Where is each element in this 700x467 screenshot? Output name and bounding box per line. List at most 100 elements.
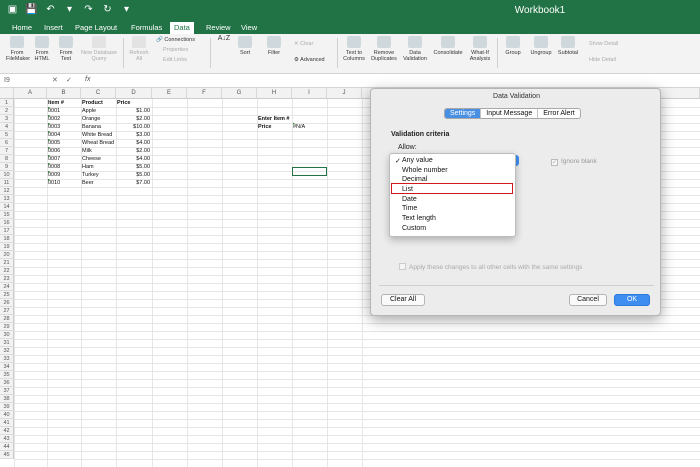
tab-home[interactable]: Home [8,22,36,34]
clear-button[interactable]: ✕ Clear [294,40,313,49]
row-header[interactable]: 8 [0,155,14,163]
row-header[interactable]: 3 [0,115,14,123]
fx-icon[interactable]: fx [85,76,90,83]
remove-duplicates-button[interactable]: Remove Duplicates [369,36,399,62]
show-detail-button[interactable]: Show Detail [589,40,618,49]
price-cell[interactable]: $2.00 [117,147,150,155]
product-cell[interactable]: Apple [82,107,114,115]
properties-button[interactable]: Properties [163,46,188,55]
from-html-button[interactable]: From HTML [32,36,52,62]
header-product[interactable]: Product [82,99,114,107]
price-cell[interactable]: $2.00 [117,115,150,123]
item-number-cell[interactable]: 0004 [48,131,79,139]
error-indicator-icon[interactable] [48,155,50,157]
row-header[interactable]: 45 [0,451,14,459]
row-header[interactable]: 35 [0,371,14,379]
tab-formulas[interactable]: Formulas [127,22,166,34]
header-price[interactable]: Price [117,99,150,107]
filter-button[interactable]: Filter [264,36,284,56]
ungroup-button[interactable]: Ungroup [528,36,554,56]
item-number-cell[interactable]: 0009 [48,171,79,179]
confirm-formula-icon[interactable]: ✓ [66,76,72,84]
data-validation-button[interactable]: Data Validation [401,36,429,62]
option-text-length[interactable]: Text length [402,214,436,223]
item-number-cell[interactable]: 0010 [48,179,79,187]
price-cell[interactable]: $5.00 [117,163,150,171]
subtotal-button[interactable]: Subtotal [556,36,580,56]
price-result-cell[interactable]: #N/A [293,123,325,131]
name-box[interactable]: I9 [4,77,10,84]
apply-to-all-checkbox[interactable]: Apply these changes to all other cells w… [399,263,582,271]
header-item-number[interactable]: Item # [48,99,79,107]
advanced-button[interactable]: ⚙ Advanced [294,56,325,65]
price-cell[interactable]: $7.00 [117,179,150,187]
error-indicator-icon[interactable] [48,107,50,109]
row-header[interactable]: 40 [0,411,14,419]
edit-links-button[interactable]: Edit Links [163,56,187,65]
error-indicator-icon[interactable] [48,179,50,181]
row-header[interactable]: 38 [0,395,14,403]
tab-insert[interactable]: Insert [40,22,67,34]
cancel-formula-icon[interactable]: ✕ [52,76,58,84]
row-header[interactable]: 15 [0,211,14,219]
option-date[interactable]: Date [402,195,417,204]
row-header[interactable]: 9 [0,163,14,171]
product-cell[interactable]: Banana [82,123,114,131]
item-number-cell[interactable]: 0008 [48,163,79,171]
tab-data[interactable]: Data [170,22,194,34]
product-cell[interactable]: Beer [82,179,114,187]
enter-item-label[interactable]: Enter Item # [258,115,290,123]
column-header[interactable]: A [14,88,47,99]
row-header[interactable]: 20 [0,251,14,259]
error-indicator-icon[interactable] [48,163,50,165]
from-text-button[interactable]: From Text [56,36,76,62]
tab-error-alert[interactable]: Error Alert [537,109,580,118]
column-header[interactable]: E [152,88,187,99]
item-number-cell[interactable]: 0007 [48,155,79,163]
row-header[interactable]: 6 [0,139,14,147]
column-header[interactable]: C [81,88,116,99]
product-cell[interactable]: Turkey [82,171,114,179]
row-header[interactable]: 13 [0,195,14,203]
column-header[interactable]: J [327,88,362,99]
row-header[interactable]: 24 [0,283,14,291]
error-indicator-icon[interactable] [48,139,50,141]
row-header[interactable]: 26 [0,299,14,307]
sort-button[interactable]: Sort [236,36,254,56]
row-header[interactable]: 12 [0,187,14,195]
product-cell[interactable]: Wheat Bread [82,139,114,147]
row-header[interactable]: 30 [0,331,14,339]
column-header[interactable]: H [257,88,292,99]
tab-page-layout[interactable]: Page Layout [71,22,121,34]
item-number-cell[interactable]: 0006 [48,147,79,155]
row-header[interactable]: 37 [0,387,14,395]
select-all-corner[interactable] [0,88,14,99]
error-indicator-icon[interactable] [48,115,50,117]
row-header[interactable]: 41 [0,419,14,427]
ok-button[interactable]: OK [614,294,650,306]
row-header[interactable]: 29 [0,323,14,331]
row-header[interactable]: 16 [0,219,14,227]
price-cell[interactable]: $4.00 [117,139,150,147]
option-any-value[interactable]: Any value [402,156,433,165]
clear-all-button[interactable]: Clear All [381,294,425,306]
tab-input-message[interactable]: Input Message [480,109,537,118]
option-custom[interactable]: Custom [402,224,426,233]
ignore-blank-checkbox[interactable]: ✓ Ignore blank [551,158,597,166]
row-header[interactable]: 25 [0,291,14,299]
connections-button[interactable]: 🔗 Connections [156,36,195,45]
row-header[interactable]: 34 [0,363,14,371]
row-header[interactable]: 7 [0,147,14,155]
hide-detail-button[interactable]: Hide Detail [589,56,616,65]
consolidate-button[interactable]: Consolidate [431,36,465,56]
tab-view[interactable]: View [237,22,261,34]
row-header[interactable]: 31 [0,339,14,347]
error-indicator-icon[interactable] [48,123,50,125]
item-number-cell[interactable]: 0002 [48,115,79,123]
row-header[interactable]: 22 [0,267,14,275]
row-header[interactable]: 36 [0,379,14,387]
option-time[interactable]: Time [402,204,417,213]
column-header[interactable]: F [187,88,222,99]
price-cell[interactable]: $3.00 [117,131,150,139]
price-cell[interactable]: $5.00 [117,171,150,179]
